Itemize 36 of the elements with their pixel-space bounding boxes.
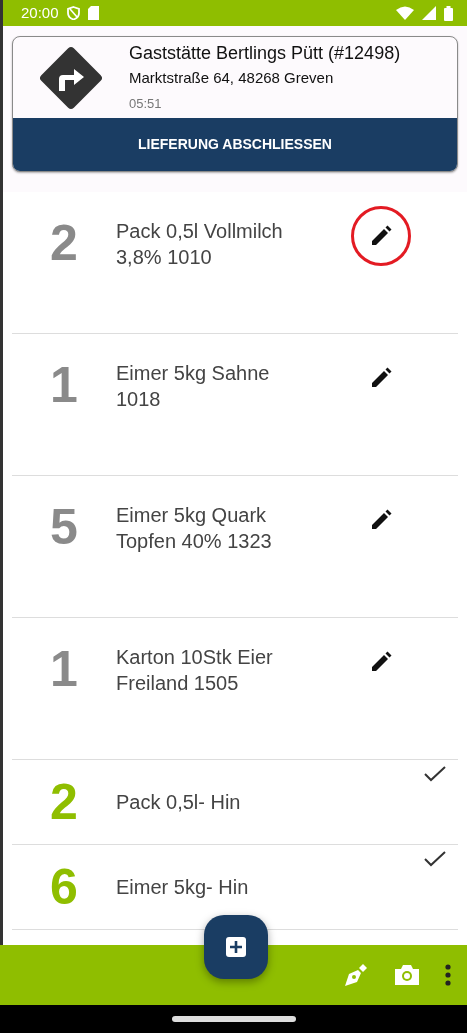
item-name: Pack 0,5l- Hin	[116, 790, 242, 815]
quantity-text: 1	[49, 360, 79, 410]
item-row[interactable]: 1 Karton 10Stk Eier Freiland 1505	[12, 618, 458, 760]
time-text: 05:51	[129, 94, 163, 113]
customer-name: Gaststätte Bertlings Pütt (#12498)	[129, 42, 401, 65]
quantity-text: 6	[49, 862, 79, 912]
quantity-text: 5	[49, 502, 79, 552]
wifi-icon	[396, 6, 414, 20]
item-row[interactable]: 5 Eimer 5kg Quark Topfen 40% 1323	[12, 476, 458, 618]
check-icon	[424, 851, 446, 867]
item-name: Eimer 5kg- Hin	[116, 875, 250, 900]
check-icon	[424, 766, 446, 782]
item-name: Karton 10Stk Eier Freiland 1505	[116, 645, 274, 696]
edit-icon[interactable]	[370, 651, 392, 673]
item-row[interactable]: 2 Pack 0,5l- Hin	[12, 760, 458, 845]
quantity-text: 2	[49, 218, 79, 268]
item-name: Eimer 5kg Quark Topfen 40% 1323	[116, 503, 273, 554]
battery-icon	[444, 5, 453, 21]
add-button[interactable]	[204, 915, 268, 979]
clock-text: 20:00	[21, 2, 59, 23]
quantity-text: 2	[49, 777, 79, 827]
item-row[interactable]: 2 Pack 0,5l Vollmilch 3,8% 1010	[12, 192, 458, 334]
complete-delivery-button[interactable]: LIEFERUNG ABSCHLIESSEN	[13, 118, 457, 171]
more-menu-icon[interactable]	[445, 964, 451, 986]
sd-card-icon	[87, 6, 99, 20]
shield-icon	[66, 6, 80, 20]
item-row[interactable]: 1 Eimer 5kg Sahne 1018	[12, 334, 458, 476]
address-text: Marktstraße 64, 48268 Greven	[129, 68, 335, 88]
item-name: Pack 0,5l Vollmilch 3,8% 1010	[116, 219, 284, 270]
edit-icon[interactable]	[370, 367, 392, 389]
quantity-text: 1	[49, 644, 79, 694]
add-icon	[226, 937, 246, 957]
edit-icon[interactable]	[370, 225, 392, 247]
signal-icon	[422, 6, 436, 20]
edit-icon[interactable]	[370, 509, 392, 531]
item-name: Eimer 5kg Sahne 1018	[116, 361, 271, 412]
